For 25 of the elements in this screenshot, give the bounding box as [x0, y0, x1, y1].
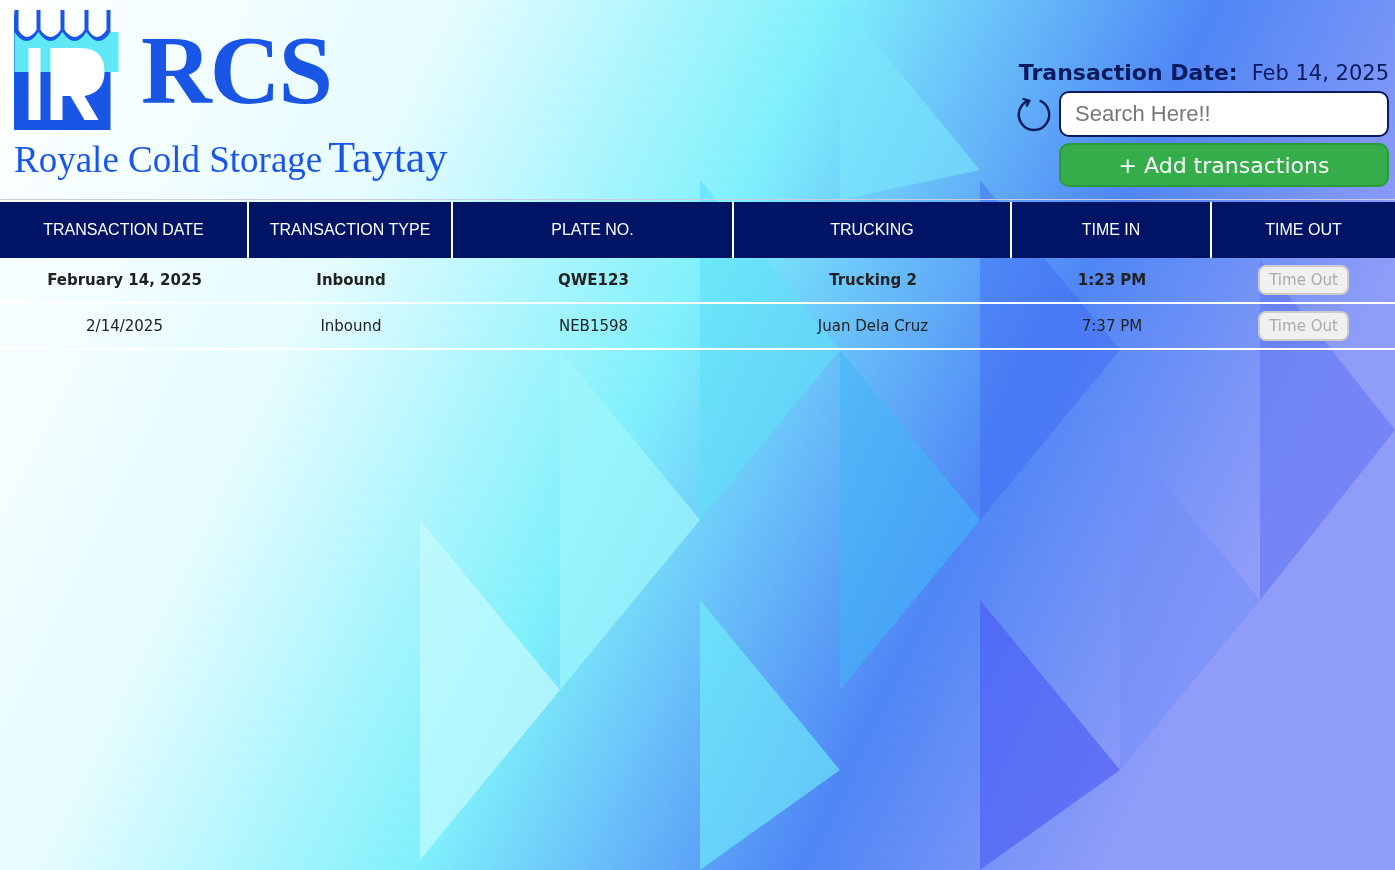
table-cell-text: Juan Dela Cruz [816, 316, 930, 337]
add-transactions-button[interactable]: + Add transactions [1059, 143, 1389, 187]
search-field[interactable]: Search Here!! [1059, 91, 1389, 137]
table-cell-text: Inbound [319, 316, 383, 337]
company-name: Royale Cold Storage [14, 138, 323, 181]
table-cell-text: 7:37 PM [1080, 316, 1144, 337]
table-cell-text: Trucking 2 [828, 270, 918, 291]
column-header: TRANSACTION TYPE [249, 202, 453, 258]
column-header: TRUCKING [734, 202, 1012, 258]
column-header: TIME OUT [1264, 220, 1343, 240]
table-cell-text: February 14, 2025 [46, 270, 203, 291]
table-cell-text: NEB1598 [557, 316, 630, 337]
crown-logo-icon [14, 10, 119, 130]
table-cell-text: 2/14/2025 [85, 316, 164, 337]
table-cell-text: QWE123 [557, 270, 630, 291]
refresh-icon[interactable] [1015, 95, 1053, 133]
table-cell-text: Inbound [315, 270, 387, 291]
transaction-date-value: Feb 14, 2025 [1251, 61, 1389, 85]
column-header: PLATE NO. [453, 202, 734, 258]
column-header: TIME IN [1012, 202, 1212, 258]
logo-mark: RCS [141, 21, 332, 119]
column-header: TRANSACTION DATE [0, 202, 249, 258]
branch-name: Taytay [328, 132, 448, 183]
table-cell-text: 1:23 PM [1076, 270, 1148, 291]
transaction-date-label: Transaction Date: [1018, 60, 1238, 85]
